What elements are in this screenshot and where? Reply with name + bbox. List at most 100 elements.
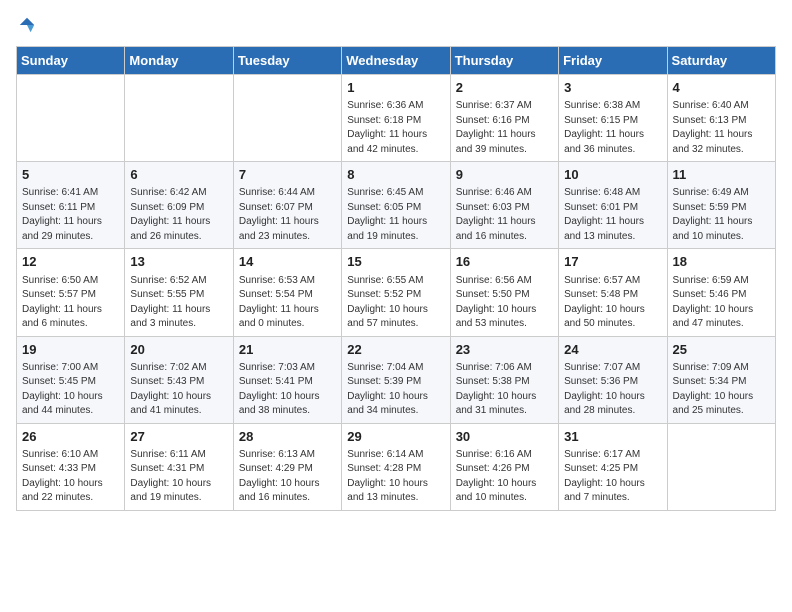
day-number: 31 xyxy=(564,428,661,446)
day-info: Sunrise: 6:50 AM Sunset: 5:57 PM Dayligh… xyxy=(22,274,119,332)
calendar-day-4: 4 Sunrise: 6:40 AM Sunset: 6:13 PM Daylig… xyxy=(667,75,775,162)
day-number: 7 xyxy=(239,166,336,184)
day-info: Sunrise: 6:44 AM Sunset: 6:07 PM Dayligh… xyxy=(239,186,336,244)
day-number: 2 xyxy=(456,79,553,97)
day-info: Sunrise: 6:38 AM Sunset: 6:15 PM Dayligh… xyxy=(564,99,661,157)
calendar-week-row: 12 Sunrise: 6:50 AM Sunset: 5:57 PM Dayli… xyxy=(17,249,776,336)
calendar-empty-cell xyxy=(667,423,775,510)
calendar-day-24: 24 Sunrise: 7:07 AM Sunset: 5:36 PM Dayli… xyxy=(559,336,667,423)
calendar-day-30: 30 Sunrise: 6:16 AM Sunset: 4:26 PM Dayli… xyxy=(450,423,558,510)
day-info: Sunrise: 7:02 AM Sunset: 5:43 PM Dayligh… xyxy=(130,361,227,419)
calendar-day-21: 21 Sunrise: 7:03 AM Sunset: 5:41 PM Dayli… xyxy=(233,336,341,423)
calendar-day-29: 29 Sunrise: 6:14 AM Sunset: 4:28 PM Dayli… xyxy=(342,423,450,510)
logo-icon xyxy=(18,16,36,34)
day-number: 10 xyxy=(564,166,661,184)
calendar-day-7: 7 Sunrise: 6:44 AM Sunset: 6:07 PM Daylig… xyxy=(233,162,341,249)
calendar-day-5: 5 Sunrise: 6:41 AM Sunset: 6:11 PM Daylig… xyxy=(17,162,125,249)
day-info: Sunrise: 6:57 AM Sunset: 5:48 PM Dayligh… xyxy=(564,274,661,332)
day-number: 24 xyxy=(564,341,661,359)
calendar-day-22: 22Sunrise: 7:04 AM Sunset: 5:39 PM Dayli… xyxy=(342,336,450,423)
day-number: 6 xyxy=(130,166,227,184)
calendar-table: SundayMondayTuesdayWednesdayThursdayFrid… xyxy=(16,46,776,511)
calendar-empty-cell xyxy=(233,75,341,162)
day-info: Sunrise: 6:49 AM Sunset: 5:59 PM Dayligh… xyxy=(673,186,770,244)
calendar-day-6: 6Sunrise: 6:42 AM Sunset: 6:09 PM Daylig… xyxy=(125,162,233,249)
day-info: Sunrise: 7:03 AM Sunset: 5:41 PM Dayligh… xyxy=(239,361,336,419)
day-info: Sunrise: 6:46 AM Sunset: 6:03 PM Dayligh… xyxy=(456,186,553,244)
day-number: 27 xyxy=(130,428,227,446)
calendar-day-16: 16Sunrise: 6:56 AM Sunset: 5:50 PM Dayli… xyxy=(450,249,558,336)
day-number: 13 xyxy=(130,253,227,271)
calendar-day-20: 20 Sunrise: 7:02 AM Sunset: 5:43 PM Dayli… xyxy=(125,336,233,423)
day-info: Sunrise: 7:09 AM Sunset: 5:34 PM Dayligh… xyxy=(673,361,770,419)
day-info: Sunrise: 6:36 AM Sunset: 6:18 PM Dayligh… xyxy=(347,99,444,157)
day-info: Sunrise: 6:10 AM Sunset: 4:33 PM Dayligh… xyxy=(22,448,119,506)
calendar-week-row: 1Sunrise: 6:36 AM Sunset: 6:18 PM Daylig… xyxy=(17,75,776,162)
calendar-day-23: 23Sunrise: 7:06 AM Sunset: 5:38 PM Dayli… xyxy=(450,336,558,423)
day-number: 17 xyxy=(564,253,661,271)
day-header-saturday: Saturday xyxy=(667,47,775,75)
day-info: Sunrise: 6:55 AM Sunset: 5:52 PM Dayligh… xyxy=(347,274,444,332)
day-number: 11 xyxy=(673,166,770,184)
calendar-day-28: 28Sunrise: 6:13 AM Sunset: 4:29 PM Dayli… xyxy=(233,423,341,510)
day-number: 3 xyxy=(564,79,661,97)
calendar-day-17: 17 Sunrise: 6:57 AM Sunset: 5:48 PM Dayli… xyxy=(559,249,667,336)
day-number: 9 xyxy=(456,166,553,184)
day-number: 8 xyxy=(347,166,444,184)
calendar-week-row: 19 Sunrise: 7:00 AM Sunset: 5:45 PM Dayli… xyxy=(17,336,776,423)
page-header xyxy=(16,16,776,34)
calendar-day-26: 26 Sunrise: 6:10 AM Sunset: 4:33 PM Dayli… xyxy=(17,423,125,510)
day-number: 21 xyxy=(239,341,336,359)
calendar-day-13: 13 Sunrise: 6:52 AM Sunset: 5:55 PM Dayli… xyxy=(125,249,233,336)
calendar-day-11: 11 Sunrise: 6:49 AM Sunset: 5:59 PM Dayli… xyxy=(667,162,775,249)
day-info: Sunrise: 6:11 AM Sunset: 4:31 PM Dayligh… xyxy=(130,448,227,506)
day-number: 30 xyxy=(456,428,553,446)
day-header-thursday: Thursday xyxy=(450,47,558,75)
day-header-wednesday: Wednesday xyxy=(342,47,450,75)
day-number: 28 xyxy=(239,428,336,446)
calendar-day-8: 8 Sunrise: 6:45 AM Sunset: 6:05 PM Daylig… xyxy=(342,162,450,249)
day-number: 19 xyxy=(22,341,119,359)
calendar-day-27: 27 Sunrise: 6:11 AM Sunset: 4:31 PM Dayli… xyxy=(125,423,233,510)
day-number: 20 xyxy=(130,341,227,359)
day-info: Sunrise: 7:00 AM Sunset: 5:45 PM Dayligh… xyxy=(22,361,119,419)
calendar-day-12: 12 Sunrise: 6:50 AM Sunset: 5:57 PM Dayli… xyxy=(17,249,125,336)
day-number: 12 xyxy=(22,253,119,271)
calendar-body: 1Sunrise: 6:36 AM Sunset: 6:18 PM Daylig… xyxy=(17,75,776,511)
calendar-day-19: 19 Sunrise: 7:00 AM Sunset: 5:45 PM Dayli… xyxy=(17,336,125,423)
calendar-week-row: 5 Sunrise: 6:41 AM Sunset: 6:11 PM Daylig… xyxy=(17,162,776,249)
calendar-day-25: 25Sunrise: 7:09 AM Sunset: 5:34 PM Dayli… xyxy=(667,336,775,423)
calendar-empty-cell xyxy=(17,75,125,162)
day-info: Sunrise: 6:53 AM Sunset: 5:54 PM Dayligh… xyxy=(239,274,336,332)
calendar-day-1: 1Sunrise: 6:36 AM Sunset: 6:18 PM Daylig… xyxy=(342,75,450,162)
calendar-day-31: 31Sunrise: 6:17 AM Sunset: 4:25 PM Dayli… xyxy=(559,423,667,510)
day-info: Sunrise: 6:56 AM Sunset: 5:50 PM Dayligh… xyxy=(456,274,553,332)
day-number: 26 xyxy=(22,428,119,446)
logo xyxy=(16,16,36,34)
day-number: 5 xyxy=(22,166,119,184)
day-info: Sunrise: 7:06 AM Sunset: 5:38 PM Dayligh… xyxy=(456,361,553,419)
day-info: Sunrise: 6:41 AM Sunset: 6:11 PM Dayligh… xyxy=(22,186,119,244)
day-header-friday: Friday xyxy=(559,47,667,75)
calendar-day-14: 14 Sunrise: 6:53 AM Sunset: 5:54 PM Dayli… xyxy=(233,249,341,336)
day-header-sunday: Sunday xyxy=(17,47,125,75)
day-number: 22 xyxy=(347,341,444,359)
day-number: 4 xyxy=(673,79,770,97)
day-info: Sunrise: 6:48 AM Sunset: 6:01 PM Dayligh… xyxy=(564,186,661,244)
day-info: Sunrise: 6:37 AM Sunset: 6:16 PM Dayligh… xyxy=(456,99,553,157)
day-number: 29 xyxy=(347,428,444,446)
calendar-empty-cell xyxy=(125,75,233,162)
calendar-day-3: 3 Sunrise: 6:38 AM Sunset: 6:15 PM Daylig… xyxy=(559,75,667,162)
calendar-day-15: 15Sunrise: 6:55 AM Sunset: 5:52 PM Dayli… xyxy=(342,249,450,336)
day-info: Sunrise: 6:40 AM Sunset: 6:13 PM Dayligh… xyxy=(673,99,770,157)
day-number: 18 xyxy=(673,253,770,271)
day-info: Sunrise: 6:45 AM Sunset: 6:05 PM Dayligh… xyxy=(347,186,444,244)
day-number: 14 xyxy=(239,253,336,271)
calendar-header-row: SundayMondayTuesdayWednesdayThursdayFrid… xyxy=(17,47,776,75)
day-info: Sunrise: 6:52 AM Sunset: 5:55 PM Dayligh… xyxy=(130,274,227,332)
day-info: Sunrise: 7:07 AM Sunset: 5:36 PM Dayligh… xyxy=(564,361,661,419)
calendar-day-18: 18Sunrise: 6:59 AM Sunset: 5:46 PM Dayli… xyxy=(667,249,775,336)
day-info: Sunrise: 6:14 AM Sunset: 4:28 PM Dayligh… xyxy=(347,448,444,506)
day-header-monday: Monday xyxy=(125,47,233,75)
day-info: Sunrise: 6:16 AM Sunset: 4:26 PM Dayligh… xyxy=(456,448,553,506)
